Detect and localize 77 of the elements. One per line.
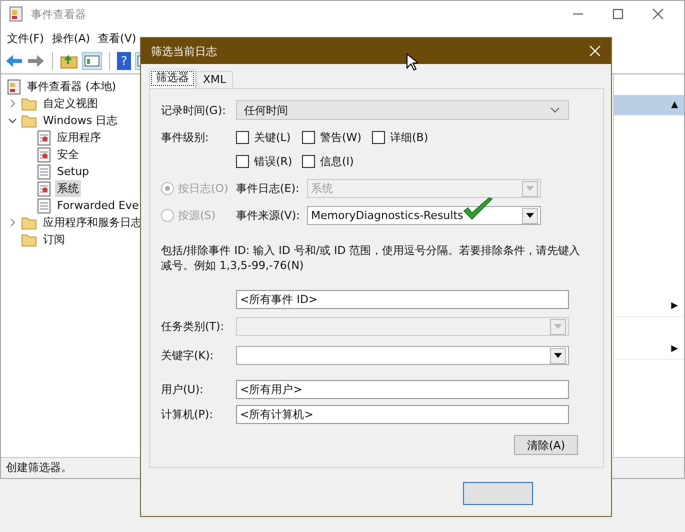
- folder-icon: [21, 232, 37, 248]
- dropdown-arrow-icon: [526, 186, 534, 191]
- help-button[interactable]: ?: [117, 52, 131, 70]
- actions-header[interactable]: ▲: [614, 95, 684, 116]
- radio-label: 按日志(O): [178, 181, 228, 196]
- tree-item[interactable]: Forwarded Eve: [55, 198, 141, 213]
- input-field[interactable]: <所有事件 ID>: [236, 290, 569, 309]
- checkbox-label: 错误(R): [254, 154, 292, 168]
- tab[interactable]: XML: [196, 71, 234, 88]
- folder-icon: [21, 112, 37, 128]
- checkbox-label: 关键(L): [254, 130, 291, 144]
- input-field[interactable]: <所有用户>: [236, 380, 569, 399]
- folder-icon: [60, 53, 78, 69]
- tree-item[interactable]: 系统: [55, 180, 81, 197]
- checkbox-label: 信息(I): [320, 154, 354, 168]
- tree-item[interactable]: Setup: [55, 164, 92, 179]
- tree-item[interactable]: 应用程序: [55, 129, 103, 146]
- submenu-arrow[interactable]: ▶: [671, 344, 678, 354]
- tab[interactable]: 筛选器: [149, 69, 196, 88]
- checkbox[interactable]: [372, 130, 385, 144]
- expand-icon[interactable]: [8, 99, 16, 108]
- folder-icon: [21, 214, 37, 230]
- close-icon: [652, 8, 664, 20]
- close-icon: [589, 45, 601, 57]
- checkbox-label: 警告(W): [320, 130, 362, 144]
- back-arrow-icon: [5, 53, 23, 69]
- tree-item[interactable]: 订阅: [41, 231, 67, 248]
- submenu-arrow[interactable]: ▶: [671, 301, 678, 311]
- collapse-arrow[interactable]: ▲: [671, 100, 678, 110]
- log-icon: [7, 78, 21, 94]
- dropdown-arrow-icon: [554, 353, 562, 358]
- checkbox[interactable]: [236, 154, 249, 168]
- menu-item[interactable]: 操作(A): [52, 30, 90, 46]
- checkmark-icon: [461, 196, 495, 222]
- log-icon: [37, 164, 51, 180]
- tree-item[interactable]: Windows 日志: [41, 112, 120, 129]
- checkbox[interactable]: [236, 130, 249, 144]
- log-icon: [37, 146, 51, 162]
- field-label: 事件级别:: [161, 130, 210, 144]
- tree-item[interactable]: 自定义视图: [41, 95, 100, 112]
- dropdown-arrow-icon: [554, 324, 562, 329]
- log-icon: [37, 180, 51, 196]
- log-icon: [37, 198, 51, 214]
- field-label: 记录时间(G):: [161, 102, 227, 118]
- forward-arrow-icon: [27, 53, 45, 69]
- menu-item[interactable]: 查看(V): [98, 30, 136, 46]
- radio-label: 按源(S): [178, 208, 216, 223]
- input-field[interactable]: <所有计算机>: [236, 405, 569, 424]
- field-label: 事件日志(E):: [236, 181, 300, 196]
- mouse-pointer-icon: [406, 53, 418, 71]
- chevron-down-icon: [550, 107, 560, 113]
- clear-button[interactable]: 清除(A): [514, 435, 578, 455]
- expand-icon[interactable]: [8, 218, 16, 227]
- field-label: 用户(U):: [161, 382, 204, 397]
- log-icon: [37, 130, 51, 146]
- field-label: 事件来源(V):: [236, 208, 301, 223]
- panel-icon: [82, 52, 102, 70]
- dropdown[interactable]: 任何时间: [236, 100, 569, 120]
- field-label: 任务类别(T):: [161, 319, 226, 334]
- field-label: 关键字(K):: [161, 348, 215, 363]
- tree-item[interactable]: 安全: [55, 146, 81, 163]
- dropdown[interactable]: [236, 346, 569, 365]
- app-icon: [9, 6, 23, 22]
- checkbox[interactable]: [302, 130, 315, 144]
- window-title: 事件查看器: [31, 6, 86, 22]
- checkbox[interactable]: [302, 154, 315, 168]
- menu-item[interactable]: 文件(F): [7, 30, 44, 46]
- field-label: 计算机(P):: [161, 407, 214, 422]
- tree-item[interactable]: 事件查看器 (本地): [25, 78, 118, 95]
- dialog-title: 筛选当前日志: [151, 44, 217, 58]
- checkbox-label: 详细(B): [390, 130, 428, 144]
- folder-icon: [21, 96, 37, 112]
- description-text: 包括/排除事件 ID: 输入 ID 号和/或 ID 范围，使用逗号分隔。若要排除条件，请先键入减号。例如 1,3,5-99,-76(N): [161, 243, 581, 273]
- dropdown-arrow-icon: [526, 213, 534, 218]
- collapse-icon[interactable]: [8, 116, 16, 125]
- dialog-button[interactable]: [463, 482, 533, 505]
- maximize-icon: [612, 8, 624, 20]
